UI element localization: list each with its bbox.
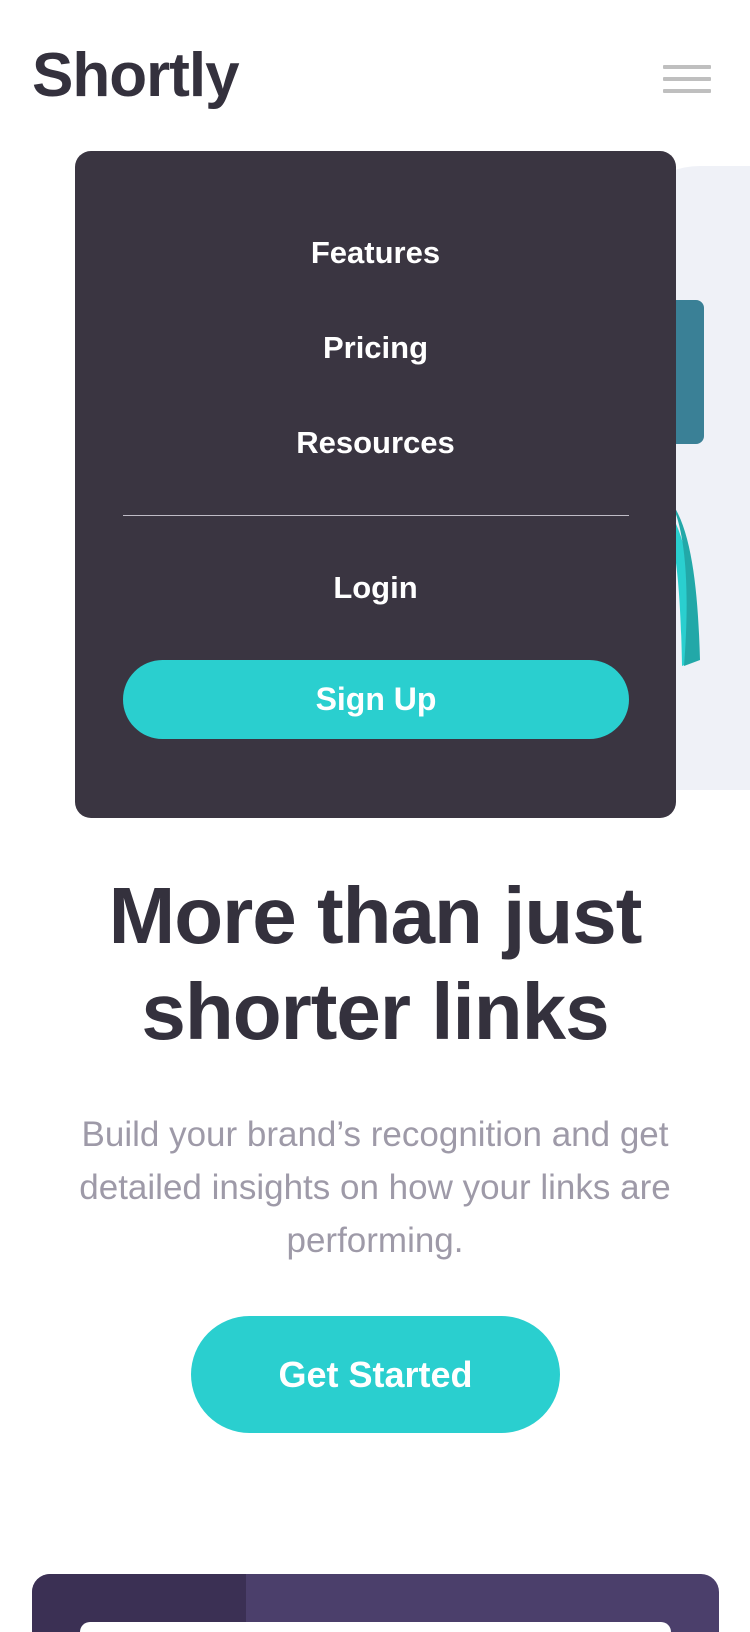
logo[interactable]: Shortly <box>32 36 240 116</box>
hero-title: More than just shorter links <box>0 868 750 1060</box>
hero-title-line: shorter links <box>141 967 609 1056</box>
hamburger-line <box>663 77 711 81</box>
shorten-url-input[interactable] <box>80 1622 671 1632</box>
hamburger-line <box>663 89 711 93</box>
menu-divider <box>123 515 629 516</box>
nav-item-resources[interactable]: Resources <box>75 425 676 461</box>
signup-button[interactable]: Sign Up <box>123 660 629 739</box>
page: Shortly Features Pricing Resources Login… <box>0 0 750 1632</box>
nav-item-features[interactable]: Features <box>75 235 676 271</box>
hero-title-line: More than just <box>108 871 643 960</box>
shorten-form <box>32 1574 719 1632</box>
nav-item-pricing[interactable]: Pricing <box>75 330 676 366</box>
hero-subtitle: Build your brand’s recognition and get d… <box>79 1115 671 1260</box>
hamburger-line <box>663 65 711 69</box>
hamburger-icon[interactable] <box>663 62 711 98</box>
mobile-nav-menu: Features Pricing Resources Login Sign Up <box>75 151 676 818</box>
login-link[interactable]: Login <box>75 570 676 606</box>
get-started-button[interactable]: Get Started <box>191 1316 560 1433</box>
